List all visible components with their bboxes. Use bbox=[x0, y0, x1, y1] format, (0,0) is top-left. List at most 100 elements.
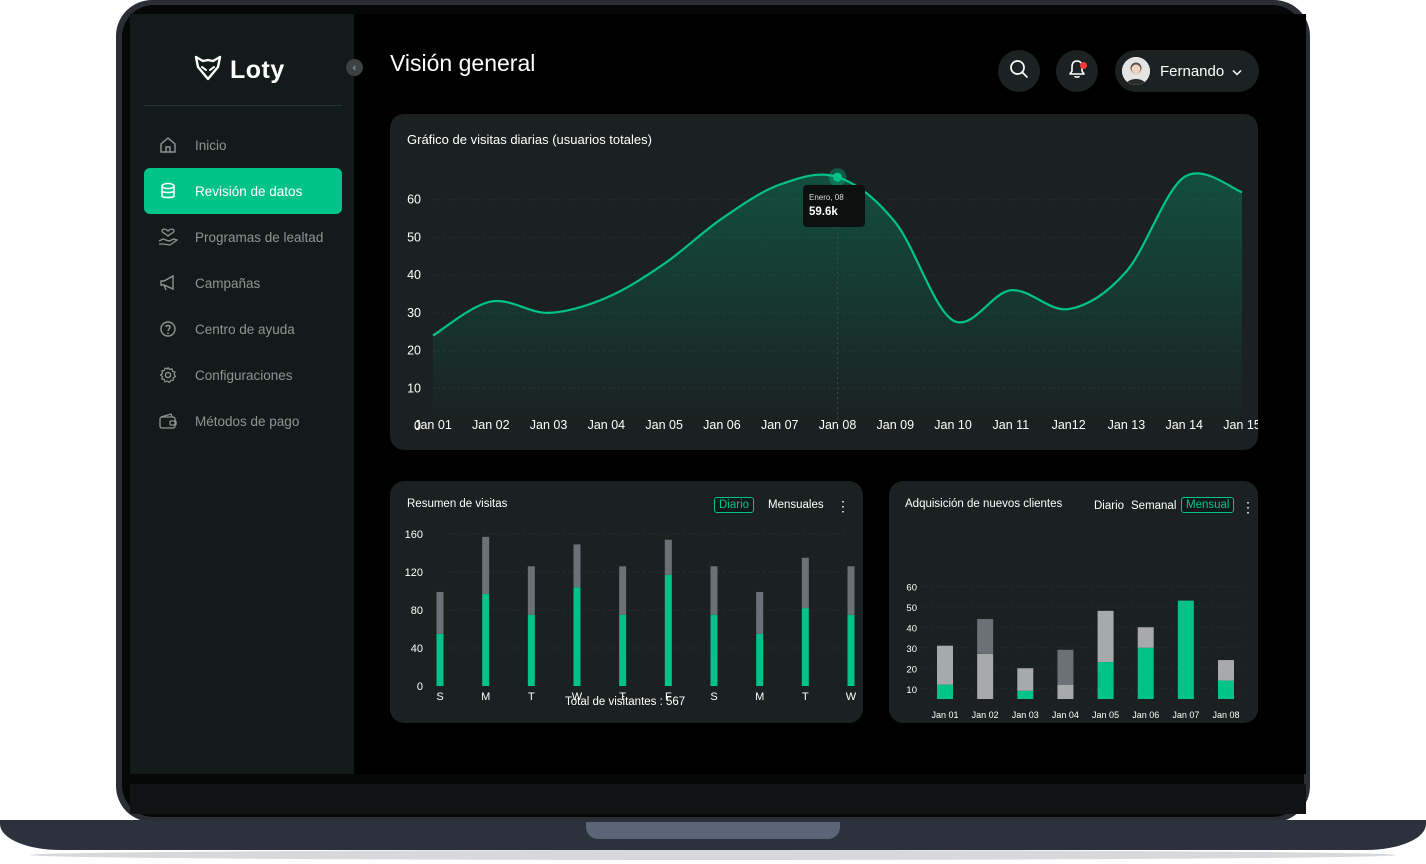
y-tick-label: 20 bbox=[906, 664, 917, 675]
x-tick-label: Jan 08 bbox=[1212, 710, 1239, 720]
gear-icon bbox=[157, 364, 179, 386]
database-icon bbox=[157, 180, 179, 202]
sidebar-item-configuraciones[interactable]: Configuraciones bbox=[144, 352, 342, 398]
sidebar-item-revision-de-datos[interactable]: Revisión de datos bbox=[144, 168, 342, 214]
y-tick-label: 120 bbox=[405, 567, 423, 579]
laptop-chin bbox=[130, 784, 1306, 814]
sidebar-item-label: Revisión de datos bbox=[195, 183, 303, 199]
sidebar-item-label: Programas de lealtad bbox=[195, 229, 324, 245]
bar-segment bbox=[1218, 660, 1234, 681]
x-tick-label: T bbox=[528, 691, 535, 703]
daily-visits-chart: 0102030405060Jan 01Jan 02Jan 03Jan 04Jan… bbox=[407, 168, 1258, 433]
y-tick-label: 60 bbox=[407, 193, 421, 207]
bar-segment bbox=[1097, 610, 1114, 663]
y-tick-label: 80 bbox=[411, 605, 423, 617]
bar-segment bbox=[847, 614, 855, 686]
y-tick-label: 20 bbox=[407, 344, 421, 358]
bar-segment bbox=[436, 633, 444, 686]
chart-tooltip: Enero, 08 59.6k bbox=[803, 185, 865, 227]
bar-segment bbox=[664, 574, 672, 686]
bar-segment bbox=[1137, 627, 1154, 648]
sidebar-item-label: Centro de ayuda bbox=[195, 321, 295, 337]
sidebar-item-centro-de-ayuda[interactable]: Centro de ayuda bbox=[144, 306, 342, 352]
y-tick-label: 60 bbox=[906, 582, 917, 593]
x-tick-label: Jan 07 bbox=[1172, 710, 1199, 720]
bar-segment bbox=[710, 566, 718, 615]
bar-segment bbox=[756, 591, 764, 634]
sidebar-item-label: Inicio bbox=[195, 137, 227, 153]
bar-segment bbox=[482, 536, 490, 594]
y-tick-label: 50 bbox=[407, 230, 421, 244]
acquisition-card: Adquisición de nuevos clientes Diario Se… bbox=[889, 481, 1258, 723]
notification-dot bbox=[1080, 62, 1087, 69]
x-tick-label: T bbox=[802, 691, 809, 703]
chevron-left-icon: ‹ bbox=[352, 61, 357, 74]
bar-segment bbox=[1017, 668, 1034, 691]
sidebar: Loty ‹ Inicio Revisión de datos Programa… bbox=[130, 14, 363, 774]
wallet-icon bbox=[157, 410, 179, 432]
laptop-shadow bbox=[30, 850, 1396, 860]
user-name: Fernando bbox=[1160, 62, 1225, 80]
x-tick-label: W bbox=[846, 691, 857, 703]
screen: Loty ‹ Inicio Revisión de datos Programa… bbox=[130, 14, 1306, 774]
sidebar-item-programas-de-lealtad[interactable]: Programas de lealtad bbox=[144, 214, 342, 260]
page-title: Visión general bbox=[390, 50, 536, 76]
bar-segment bbox=[1097, 662, 1114, 699]
y-tick-label: 10 bbox=[906, 685, 917, 696]
bar-segment bbox=[573, 587, 581, 686]
brand-name: Loty bbox=[230, 55, 285, 84]
x-tick-label: S bbox=[436, 691, 443, 703]
x-tick-label: Jan 06 bbox=[1132, 710, 1159, 720]
bar-segment bbox=[847, 566, 855, 615]
user-menu[interactable]: Fernando bbox=[1115, 50, 1259, 92]
sidebar-item-campanas[interactable]: Campañas bbox=[144, 260, 342, 306]
y-tick-label: 30 bbox=[407, 306, 421, 320]
sidebar-item-label: Métodos de pago bbox=[195, 413, 300, 429]
sidebar-item-label: Configuraciones bbox=[195, 367, 293, 383]
y-tick-label: 40 bbox=[906, 623, 917, 634]
chevron-down-icon bbox=[1232, 63, 1242, 80]
bar-segment bbox=[1177, 600, 1194, 699]
sidebar-divider bbox=[144, 105, 342, 106]
x-tick-label: M bbox=[755, 691, 764, 703]
x-tick-label: Jan 05 bbox=[1092, 710, 1119, 720]
sidebar-item-inicio[interactable]: Inicio bbox=[144, 122, 342, 168]
laptop-notch bbox=[586, 822, 840, 839]
bar-segment bbox=[664, 539, 672, 575]
brand-logo[interactable]: Loty bbox=[194, 54, 285, 86]
bar-segment bbox=[527, 566, 535, 615]
x-tick-label: Jan 03 bbox=[1012, 710, 1039, 720]
x-tick-label: Jan 02 bbox=[972, 710, 999, 720]
avatar bbox=[1122, 57, 1150, 85]
bar-segment bbox=[977, 653, 994, 699]
bar-segment bbox=[1057, 684, 1074, 699]
megaphone-icon bbox=[157, 272, 179, 294]
bar-segment bbox=[937, 645, 953, 685]
sidebar-item-metodos-de-pago[interactable]: Métodos de pago bbox=[144, 398, 342, 444]
bar-segment bbox=[710, 614, 718, 686]
y-tick-label: 40 bbox=[407, 268, 421, 282]
bar-segment bbox=[482, 593, 490, 686]
home-icon bbox=[157, 134, 179, 156]
tooltip-label: Enero, 08 bbox=[809, 193, 844, 202]
bar-segment bbox=[619, 566, 627, 615]
y-tick-label: 10 bbox=[407, 381, 421, 395]
bar-segment bbox=[1218, 680, 1234, 699]
y-tick-label: 160 bbox=[405, 529, 423, 541]
acquisition-chart: 10 20 30 40 50 60 Jan 01 Jan 02 Jan 03 Jan 04 Jan … bbox=[906, 582, 1244, 720]
x-tick-label: Jan 04 bbox=[1052, 710, 1079, 720]
daily-visits-card: Gráfico de visitas diarias (usuarios tot… bbox=[390, 114, 1258, 450]
y-tick-label: 30 bbox=[906, 644, 917, 655]
help-circle-icon bbox=[157, 318, 179, 340]
sidebar-item-label: Campañas bbox=[195, 275, 261, 291]
search-icon bbox=[1009, 59, 1029, 84]
notifications-button[interactable] bbox=[1056, 50, 1098, 92]
search-button[interactable] bbox=[998, 50, 1040, 92]
collapse-sidebar-button[interactable]: ‹ bbox=[346, 59, 363, 76]
visits-summary-chart: 04080120160S M T W T F S M T W bbox=[405, 529, 857, 703]
visits-summary-card: Resumen de visitas Diario Mensuales ⋮ 04… bbox=[390, 481, 863, 723]
bar-segment bbox=[436, 591, 444, 634]
fox-logo-icon bbox=[194, 55, 222, 86]
highlight-point bbox=[833, 172, 842, 182]
bar-segment bbox=[573, 544, 581, 588]
